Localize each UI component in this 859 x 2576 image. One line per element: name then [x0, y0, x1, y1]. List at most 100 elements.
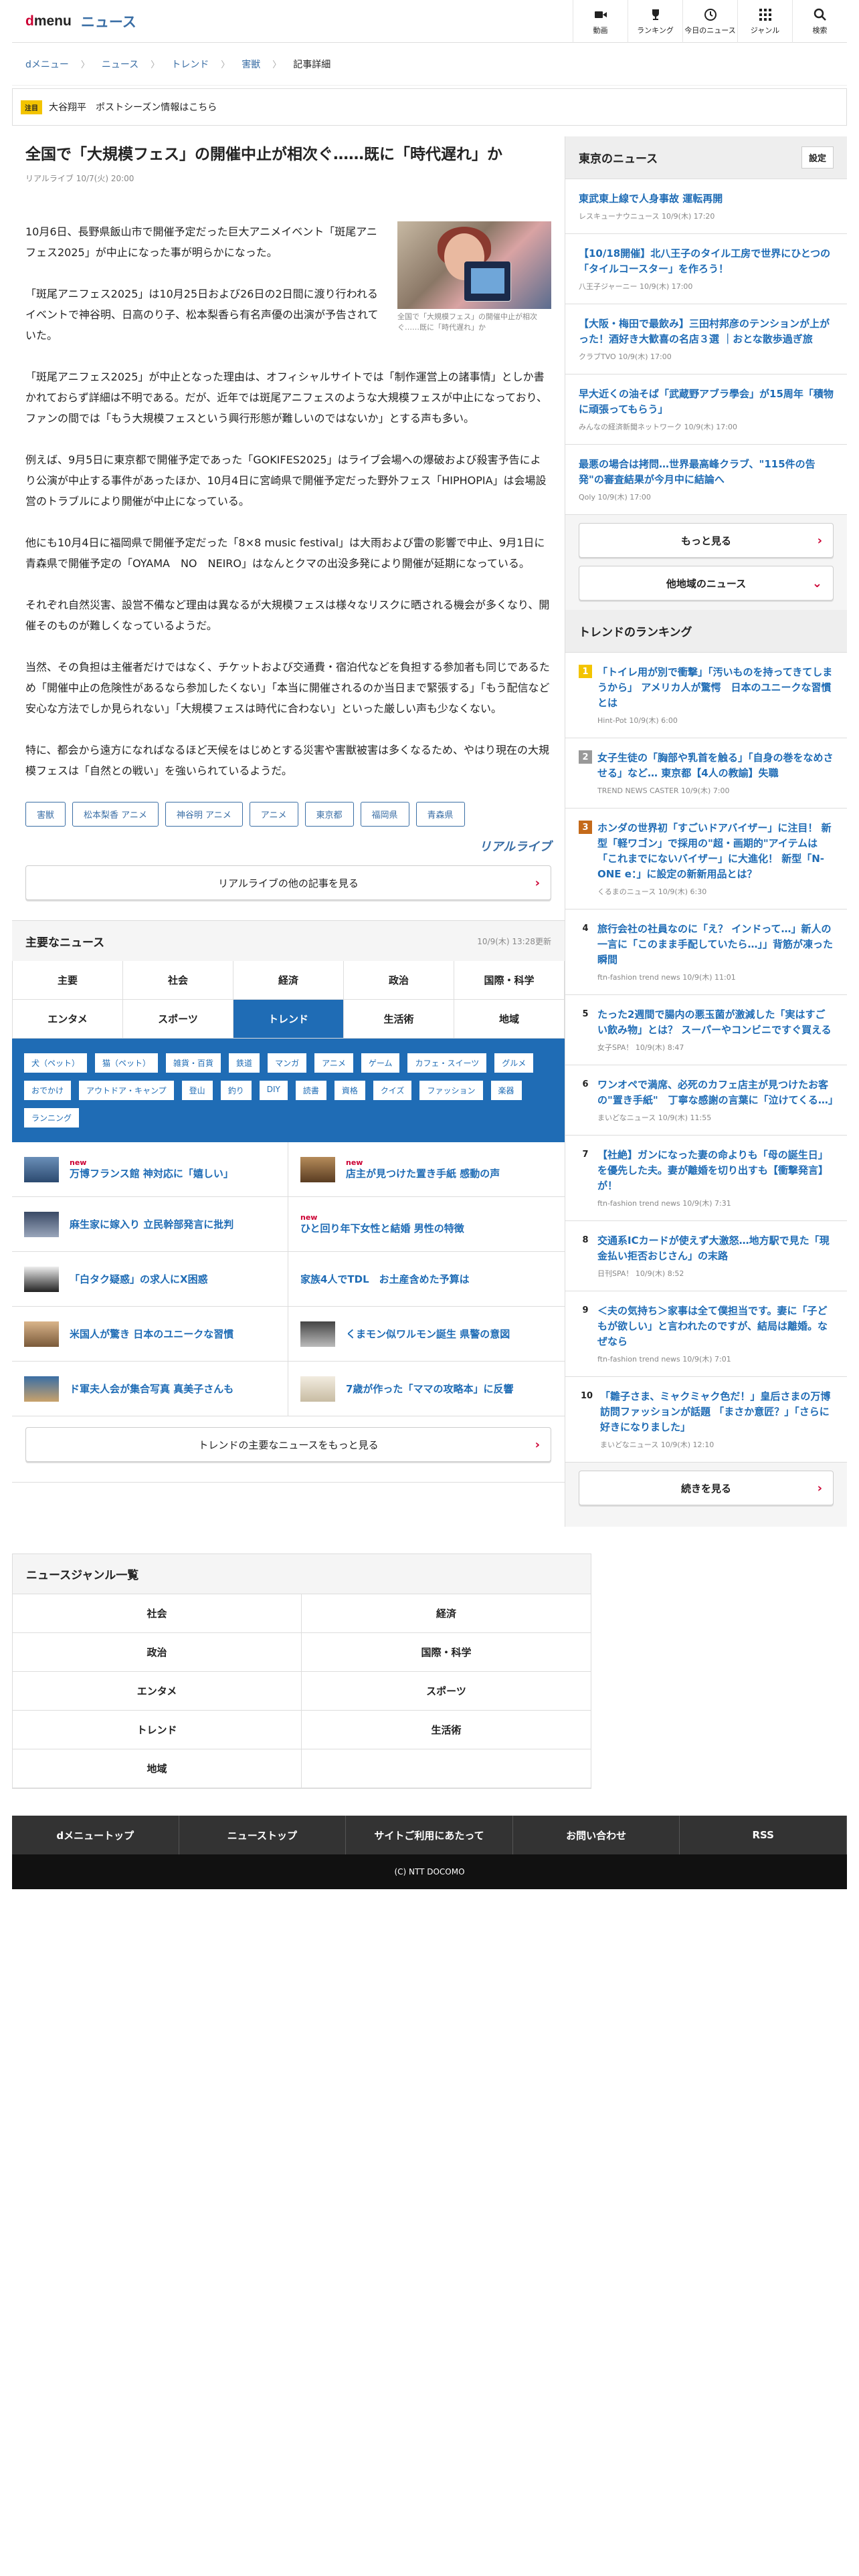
local-news-item[interactable]: 早大近くの油そば「武蔵野アブラ學会」が15周年「積物に頑張ってもらう」 みんなの経… — [565, 374, 847, 445]
genre-item[interactable]: トレンド — [13, 1711, 302, 1749]
genre-item[interactable]: スポーツ — [302, 1672, 591, 1711]
news-item[interactable]: 7歳が作った「ママの攻略本」に反響 — [288, 1362, 565, 1416]
news-item[interactable]: くまモン似ワルモン誕生 県警の意図 — [288, 1307, 565, 1362]
news-item[interactable]: ド軍夫人会が集合写真 真美子さんも — [12, 1362, 288, 1416]
chip[interactable]: アニメ — [314, 1053, 353, 1073]
genre-item[interactable]: エンタメ — [13, 1672, 302, 1711]
notice-text[interactable]: 大谷翔平 ポストシーズン情報はこちら — [49, 100, 217, 114]
chip[interactable]: ファッション — [419, 1081, 483, 1100]
footer-link[interactable]: dメニュートップ — [12, 1816, 179, 1854]
news-item[interactable]: 「白タク疑惑」の求人にX困惑 — [12, 1252, 288, 1307]
tag-link[interactable]: 松本梨香 アニメ — [72, 802, 159, 827]
chip[interactable]: ランニング — [24, 1108, 80, 1128]
ranking-item[interactable]: 7 【社絶】ガンになった妻の命よりも「母の誕生日」を優先した夫。妻が離婚を切り出す… — [565, 1136, 847, 1221]
tag-link[interactable]: 東京都 — [304, 802, 354, 827]
chip[interactable]: 読書 — [295, 1081, 326, 1100]
ranking-item[interactable]: 10 「雛子さま、ミャクミャク色だ！」皇后さまの万博訪問ファッションが話題 「まさ… — [565, 1377, 847, 1463]
footer-link[interactable]: ニューストップ — [179, 1816, 347, 1854]
breadcrumb-item[interactable]: 害獣 — [242, 58, 260, 71]
footer-link[interactable]: RSS — [680, 1816, 847, 1854]
ranking-item[interactable]: 9 ＜夫の気持ち＞家事は全て僕担当です。妻に「子どもが欲しい」と言われたのですが、… — [565, 1291, 847, 1377]
nav-genre[interactable]: ジャンル — [737, 0, 792, 43]
chip[interactable]: 雑貨・百貨 — [166, 1053, 221, 1073]
chip[interactable]: ゲーム — [361, 1053, 400, 1073]
local-news-item[interactable]: 【10/18開催】北八王子のタイル工房で世界にひとつの「タイルコースター」を作ろ… — [565, 234, 847, 304]
tag-link[interactable]: 福岡県 — [360, 802, 409, 827]
chip[interactable]: 楽器 — [490, 1081, 522, 1100]
ranking-item[interactable]: 2 女子生徒の「胸部や乳首を触る」「自身の巻をなめさせる」など… 東京都【4人の教… — [565, 738, 847, 809]
local-news-item[interactable]: 【大阪・梅田で最飲み】三田村邦彦のテンションが上がった！酒好き大歓喜の名店３選 … — [565, 304, 847, 374]
ranking-item[interactable]: 1 「トイレ用が別で衝撃」「汚いものを持ってきてしまうから」 アメリカ人が驚愕 日… — [565, 653, 847, 738]
chip[interactable]: 猫（ペット） — [95, 1053, 159, 1073]
news-item[interactable]: new ひと回り年下女性と結婚 男性の特徴 — [288, 1197, 565, 1252]
footer-link[interactable]: サイトご利用にあたって — [346, 1816, 513, 1854]
local-more-button[interactable]: もっと見る › — [579, 523, 834, 558]
chip[interactable]: 資格 — [334, 1081, 365, 1100]
chip[interactable]: カフェ・スイーツ — [407, 1053, 487, 1073]
nav-today[interactable]: 今日のニュース — [682, 0, 737, 43]
tag-link[interactable]: 青森県 — [415, 802, 465, 827]
news-item[interactable]: 麻生家に嫁入り 立民幹部発言に批判 — [12, 1197, 288, 1252]
tab-lifestyle[interactable]: 生活術 — [344, 1000, 454, 1039]
ranking-more-button[interactable]: 続きを見る › — [579, 1471, 834, 1505]
chip[interactable]: DIY — [259, 1081, 288, 1100]
chip[interactable]: 釣り — [220, 1081, 252, 1100]
tab-society[interactable]: 社会 — [123, 961, 233, 1000]
news-thumbnail — [24, 1376, 59, 1402]
nav-search[interactable]: 検索 — [792, 0, 847, 43]
genre-item[interactable]: 社会 — [13, 1594, 302, 1633]
source-logo[interactable]: リアルライブ — [25, 837, 551, 855]
tab-sports[interactable]: スポーツ — [123, 1000, 233, 1039]
breadcrumb-item[interactable]: ニュース — [102, 58, 138, 71]
chip[interactable]: 登山 — [181, 1081, 213, 1100]
tag-link[interactable]: 害獣 — [25, 802, 66, 827]
chip[interactable]: 鉄道 — [229, 1053, 260, 1073]
breadcrumb-item[interactable]: dメニュー — [25, 58, 69, 71]
news-item[interactable]: 家族4人でTDL お土産含めた予算は — [288, 1252, 565, 1307]
genre-item[interactable]: 生活術 — [302, 1711, 591, 1749]
other-region-button[interactable]: 他地域のニュース ⌄ — [579, 566, 834, 601]
tab-region[interactable]: 地域 — [454, 1000, 565, 1039]
main-column: 全国で「大規模フェス」の開催中止が相次ぐ……既に「時代遅れ」か リアルライブ 1… — [12, 136, 565, 1527]
notice-bar[interactable]: 注目 大谷翔平 ポストシーズン情報はこちら — [12, 88, 847, 126]
breadcrumb-item[interactable]: トレンド — [171, 58, 209, 71]
logo[interactable]: d menu ニュース — [12, 11, 136, 31]
genre-item[interactable]: 国際・科学 — [302, 1633, 591, 1672]
tab-economy[interactable]: 経済 — [233, 961, 344, 1000]
chip[interactable]: グルメ — [494, 1053, 534, 1073]
genre-item[interactable]: 地域 — [13, 1749, 302, 1788]
chip[interactable]: マンガ — [268, 1053, 307, 1073]
tag-link[interactable]: 神谷明 アニメ — [165, 802, 243, 827]
more-articles-button[interactable]: リアルライブの他の記事を見る › — [25, 865, 551, 900]
setting-button[interactable]: 設定 — [801, 146, 834, 169]
tab-international[interactable]: 国際・科学 — [454, 961, 565, 1000]
ranking-item[interactable]: 8 交通系ICカードが使えず大激怒…地方駅で見た「現金払い拒否おじさん」の末路 日刊… — [565, 1221, 847, 1291]
tag-link[interactable]: アニメ — [249, 802, 298, 827]
chip[interactable]: 犬（ペット） — [24, 1053, 88, 1073]
article-image[interactable] — [397, 221, 551, 309]
genre-item[interactable]: 経済 — [302, 1594, 591, 1633]
genre-item[interactable]: 政治 — [13, 1633, 302, 1672]
news-item[interactable]: 米国人が驚き 日本のユニークな習慣 — [12, 1307, 288, 1362]
chip[interactable]: クイズ — [373, 1081, 412, 1100]
more-trend-button[interactable]: トレンドの主要なニュースをもっと見る › — [25, 1427, 551, 1462]
ranking-item[interactable]: 3 ホンダの世界初「すごいドアバイザー」に注目！ 新型「軽ワゴン」で採用の"超・画… — [565, 809, 847, 909]
footer-link[interactable]: お問い合わせ — [513, 1816, 680, 1854]
nav-video[interactable]: 動画 — [573, 0, 628, 43]
ranking-item[interactable]: 6 ワンオペで満席、必死のカフェ店主が見つけたお客の"置き手紙" 丁寧な感謝の言葉… — [565, 1065, 847, 1136]
chip[interactable]: アウトドア・キャンプ — [79, 1081, 174, 1100]
tab-main[interactable]: 主要 — [13, 961, 123, 1000]
news-item[interactable]: new 店主が見つけた置き手紙 感動の声 — [288, 1142, 565, 1197]
local-news-item[interactable]: 東武東上線で人身事故 運転再開 レスキューナウニュース 10/9(木) 17:20 — [565, 179, 847, 234]
chip[interactable]: おでかけ — [24, 1081, 72, 1100]
nav-ranking[interactable]: ランキング — [628, 0, 682, 43]
article-photo[interactable]: 全国で「大規模フェス」の開催中止が相次ぐ……既に「時代遅れ」か — [397, 221, 551, 333]
tab-politics[interactable]: 政治 — [344, 961, 454, 1000]
news-item[interactable]: new 万博フランス館 神対応に「嬉しい」 — [12, 1142, 288, 1197]
tab-trend[interactable]: トレンド — [233, 1000, 344, 1039]
tab-entertainment[interactable]: エンタメ — [13, 1000, 123, 1039]
local-news-item[interactable]: 最悪の場合は拷問…世界最高峰クラブ、"115件の告発"の審査結果が今月中に結論へ… — [565, 445, 847, 515]
ranking-item[interactable]: 5 たった2週間で腸内の悪玉菌が激減した「実はすごい飲み物」とは？ スーパーやコン… — [565, 995, 847, 1065]
section-title[interactable]: ニュース — [81, 11, 136, 31]
ranking-item[interactable]: 4 旅行会社の社員なのに「え？ インドって…」新人の一言に「このまま手配していたら… — [565, 909, 847, 995]
